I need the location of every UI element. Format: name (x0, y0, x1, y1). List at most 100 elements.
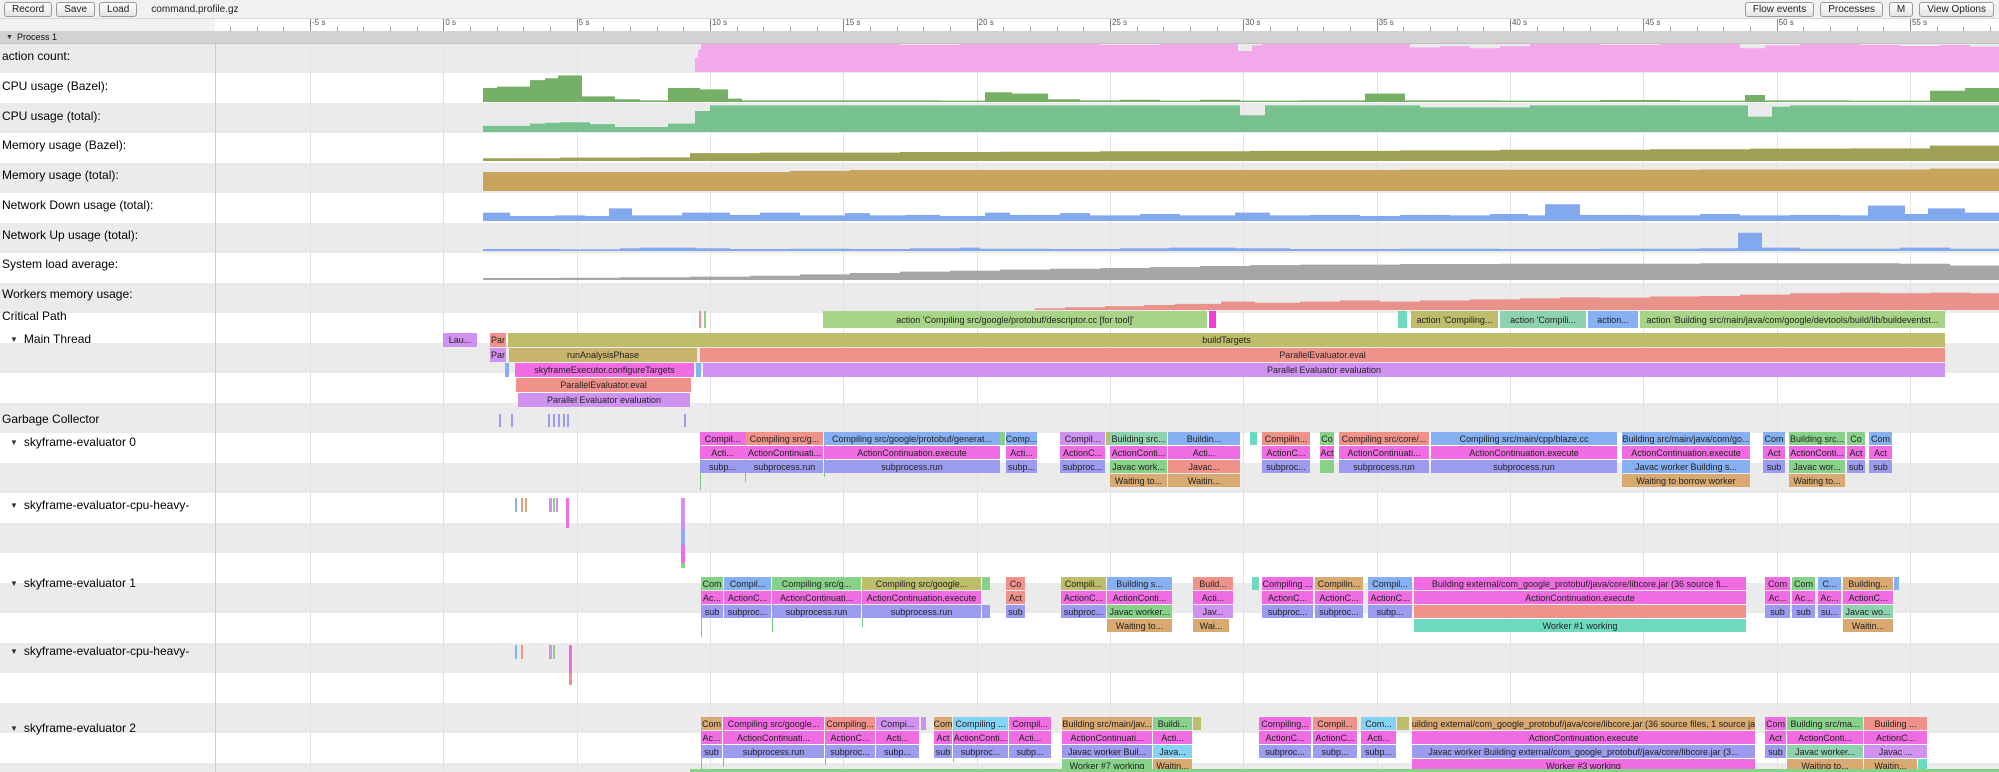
slice-main-thread[interactable]: Parallel Evaluator evaluation (703, 363, 1945, 377)
slice-skyframe-evaluator-1[interactable]: ActionC... (1061, 591, 1106, 604)
slice-skyframe-evaluator-2[interactable]: ActionC... (825, 731, 875, 744)
slice-critical-path[interactable]: action 'Compili... (1500, 311, 1586, 328)
slice-skyframe-evaluator-0[interactable]: sub (1869, 460, 1892, 473)
slice-garbage-collector[interactable] (499, 414, 501, 427)
slice-skyframe-evaluator-0[interactable] (1000, 432, 1005, 445)
slice-garbage-collector[interactable] (684, 414, 686, 427)
slice-skyframe-evaluator-0[interactable]: Javac worker Building s... (1622, 460, 1750, 473)
slice-skyframe-evaluator-2[interactable]: Javac worker... (1787, 745, 1863, 758)
slice-skyframe-evaluator-1[interactable]: Compil... (724, 577, 771, 590)
slice-critical-path[interactable]: action 'Compiling src/google/protobuf/de… (823, 311, 1207, 328)
slice-skyframe-evaluator-cpu-heavy-1[interactable] (681, 498, 685, 530)
slice-skyframe-evaluator-1[interactable]: Javac worker... (1107, 605, 1172, 618)
slice-skyframe-evaluator-1[interactable]: Jav... (1193, 605, 1233, 618)
slice-skyframe-evaluator-0[interactable]: sub (1763, 460, 1785, 473)
slice-skyframe-evaluator-cpu-heavy-1[interactable] (566, 498, 569, 528)
slice-skyframe-evaluator-2[interactable] (1397, 717, 1409, 730)
slice-skyframe-evaluator-0[interactable]: Co (1320, 432, 1334, 445)
slice-skyframe-evaluator-cpu-heavy-2[interactable] (549, 645, 552, 659)
slice-skyframe-evaluator-0[interactable]: Comp... (1006, 432, 1037, 445)
view-options-button[interactable]: View Options (1919, 2, 1994, 17)
slice-skyframe-evaluator-2[interactable]: Compil... (1009, 717, 1051, 730)
slice-skyframe-evaluator-1[interactable]: ActionC... (1843, 591, 1893, 604)
slice-skyframe-evaluator-cpu-heavy-2[interactable] (553, 645, 555, 659)
counter-network-up-usage[interactable] (0, 223, 1999, 251)
record-button[interactable]: Record (4, 2, 52, 17)
slice-skyframe-evaluator-0[interactable]: Javac... (1168, 460, 1240, 473)
flow-events-button[interactable]: Flow events (1745, 2, 1814, 17)
process-1-header[interactable]: ▼ Process 1 (0, 31, 1999, 44)
collapse-arrow-icon[interactable]: ▼ (10, 647, 18, 656)
slice-skyframe-evaluator-0[interactable]: Building src... (1110, 432, 1167, 445)
collapse-arrow-icon[interactable]: ▼ (10, 724, 18, 733)
slice-main-thread[interactable]: ParallelEvaluator.eval (516, 378, 691, 392)
slice-skyframe-evaluator-1[interactable]: Building... (1843, 577, 1893, 590)
slice-skyframe-evaluator-cpu-heavy-1[interactable] (521, 498, 523, 512)
processes-button[interactable]: Processes (1820, 2, 1883, 17)
slice-skyframe-evaluator-2[interactable]: Building src/main/jav... (1062, 717, 1152, 730)
slice-skyframe-evaluator-2[interactable]: ActionConti... (953, 731, 1008, 744)
slice-skyframe-evaluator-0[interactable]: ActionConti... (1110, 446, 1167, 459)
slice-skyframe-evaluator-2[interactable]: subproc... (1259, 745, 1311, 758)
slice-skyframe-evaluator-1[interactable]: subproc... (1315, 605, 1363, 618)
slice-skyframe-evaluator-0[interactable]: Compil... (1060, 432, 1105, 445)
slice-skyframe-evaluator-2[interactable]: Building src/ma... (1787, 717, 1863, 730)
slice-main-thread[interactable]: Lau... (443, 333, 477, 347)
counter-network-down-usage[interactable] (0, 193, 1999, 221)
slice-skyframe-evaluator-1[interactable]: ActionContinuation.execute (862, 591, 981, 604)
slice-skyframe-evaluator-0[interactable]: Acti... (1006, 446, 1037, 459)
slice-skyframe-evaluator-cpu-heavy-1[interactable] (556, 498, 558, 512)
slice-skyframe-evaluator-0[interactable] (1320, 460, 1334, 473)
slice-skyframe-evaluator-1[interactable]: subprocess.run (862, 605, 981, 618)
slice-main-thread[interactable]: skyframeExecutor.configureTargets (515, 363, 694, 377)
slice-skyframe-evaluator-0[interactable]: Javac work... (1110, 460, 1167, 473)
slice-skyframe-evaluator-0[interactable]: subp... (700, 460, 745, 473)
slice-skyframe-evaluator-0[interactable]: subproc... (1262, 460, 1310, 473)
slice-skyframe-evaluator-1[interactable]: Co (1006, 577, 1025, 590)
slice-garbage-collector[interactable] (548, 414, 550, 427)
slice-skyframe-evaluator-1[interactable] (1414, 605, 1746, 618)
time-ruler-scale[interactable]: -5 s0 s5 s10 s15 s20 s25 s30 s35 s40 s45… (215, 18, 1999, 32)
slice-skyframe-evaluator-0[interactable]: ActionContinuati... (746, 446, 823, 459)
slice-skyframe-evaluator-cpu-heavy-1[interactable] (681, 545, 685, 563)
slice-critical-path[interactable] (699, 311, 701, 328)
slice-skyframe-evaluator-1[interactable] (1894, 577, 1899, 590)
slice-skyframe-evaluator-1[interactable]: ActionConti... (1107, 591, 1172, 604)
slice-skyframe-evaluator-2[interactable]: Buildi... (1153, 717, 1192, 730)
slice-skyframe-evaluator-2[interactable]: Act (1765, 731, 1786, 744)
slice-garbage-collector[interactable] (558, 414, 560, 427)
slice-skyframe-evaluator-1[interactable]: Waiting to... (1107, 619, 1172, 632)
slice-skyframe-evaluator-1[interactable]: Compiling src/google... (862, 577, 981, 590)
slice-critical-path[interactable] (1398, 311, 1407, 328)
slice-skyframe-evaluator-0[interactable]: Waitin... (1168, 474, 1240, 487)
slice-skyframe-evaluator-1[interactable]: subp... (1368, 605, 1412, 618)
slice-skyframe-evaluator-0[interactable]: Compiling src/main/cpp/blaze.cc (1431, 432, 1617, 445)
slice-skyframe-evaluator-cpu-heavy-2[interactable] (515, 645, 517, 659)
slice-skyframe-evaluator-0[interactable]: Compilin... (1262, 432, 1310, 445)
slice-skyframe-evaluator-2[interactable]: subp... (1313, 745, 1357, 758)
slice-skyframe-evaluator-2[interactable]: Java... (1153, 745, 1192, 758)
slice-skyframe-evaluator-1[interactable]: su... (1818, 605, 1841, 618)
slice-skyframe-evaluator-2[interactable]: Acti... (1009, 731, 1051, 744)
slice-skyframe-evaluator-0[interactable]: Waiting to... (1789, 474, 1845, 487)
slice-skyframe-evaluator-2[interactable]: Compiling src/google... (723, 717, 824, 730)
slice-skyframe-evaluator-1[interactable]: Wai... (1193, 619, 1229, 632)
slice-skyframe-evaluator-0[interactable]: ActionContinuati... (1339, 446, 1429, 459)
label-skyframe-evaluator-0[interactable]: ▼skyframe-evaluator 0 (10, 435, 136, 449)
slice-skyframe-evaluator-0[interactable]: Act (1763, 446, 1785, 459)
slice-skyframe-evaluator-1[interactable]: sub (701, 605, 723, 618)
slice-skyframe-evaluator-2[interactable]: subprocess.run (723, 745, 824, 758)
slice-skyframe-evaluator-1[interactable]: sub (1765, 605, 1790, 618)
slice-skyframe-evaluator-1[interactable]: ActionContinuati... (772, 591, 861, 604)
collapse-arrow-icon[interactable]: ▼ (10, 579, 18, 588)
slice-skyframe-evaluator-1[interactable]: Waitin... (1843, 619, 1893, 632)
slice-skyframe-evaluator-0[interactable]: Compil... (700, 432, 745, 445)
slice-skyframe-evaluator-2[interactable]: ActionContinuation.execute (1412, 731, 1755, 744)
slice-skyframe-evaluator-2[interactable]: subproc... (825, 745, 875, 758)
slice-skyframe-evaluator-1[interactable] (1252, 577, 1259, 590)
slice-skyframe-evaluator-2[interactable]: Compi... (876, 717, 919, 730)
slice-skyframe-evaluator-2[interactable]: Acti... (876, 731, 919, 744)
slice-skyframe-evaluator-2[interactable]: ActionC... (1864, 731, 1927, 744)
slice-skyframe-evaluator-2[interactable]: Building ... (1864, 717, 1927, 730)
slice-skyframe-evaluator-1[interactable]: Javac wo... (1843, 605, 1893, 618)
